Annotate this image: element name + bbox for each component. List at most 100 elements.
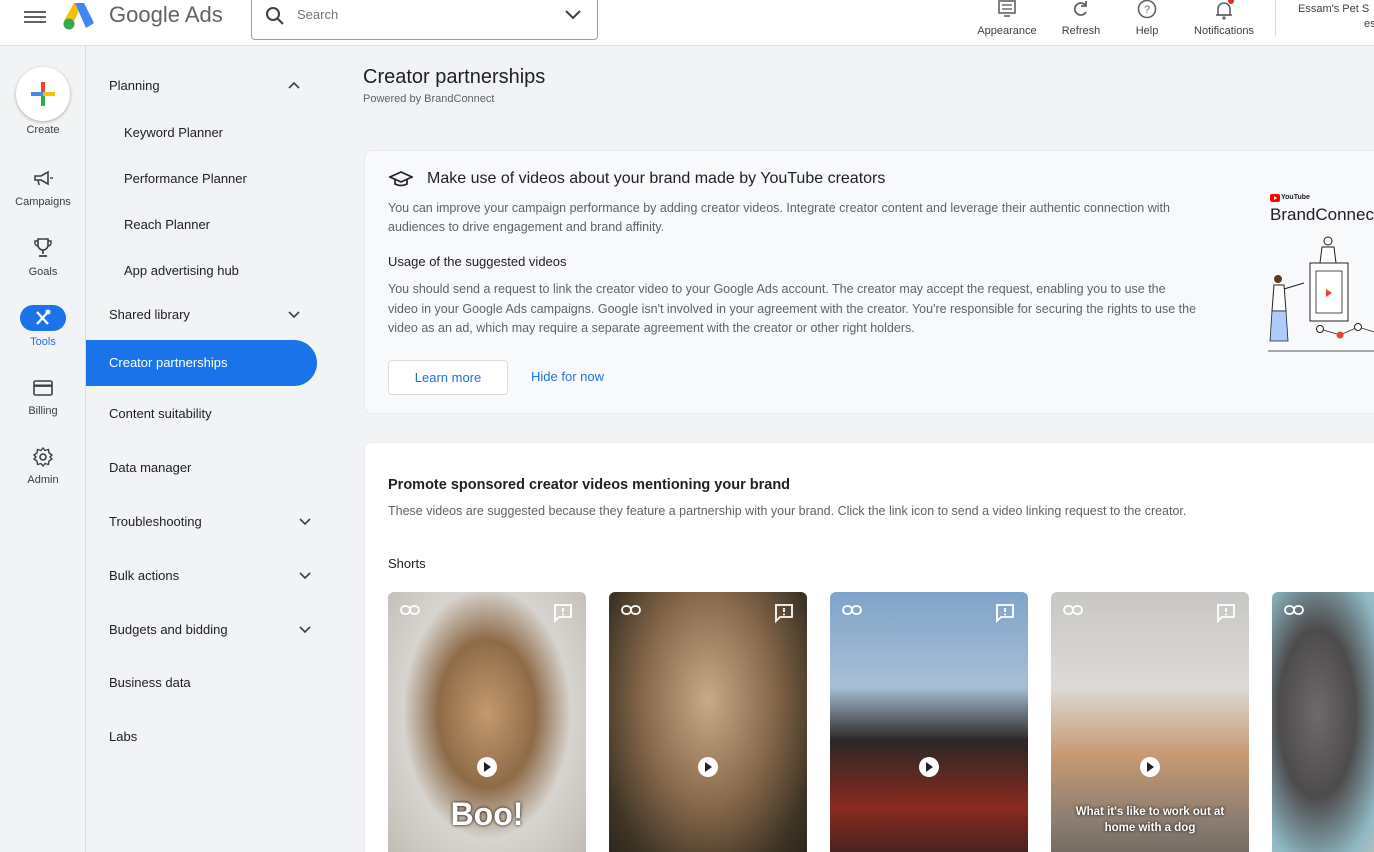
rail-tools-label: Tools (30, 336, 56, 348)
nav-performance-planner[interactable]: Performance Planner (86, 171, 324, 191)
nav-bulk-actions-label: Bulk actions (109, 568, 180, 583)
play-icon (705, 762, 712, 772)
play-icon (926, 762, 933, 772)
nav-business-data-label: Business data (109, 675, 191, 690)
refresh-button[interactable]: Refresh (1052, 0, 1110, 37)
appearance-button[interactable]: Appearance (972, 0, 1042, 37)
link-icon[interactable] (1284, 604, 1304, 616)
illus-youtube-text: YouTube (1281, 194, 1310, 201)
refresh-label: Refresh (1061, 25, 1101, 37)
refresh-icon (1073, 1, 1087, 16)
nav-business-data[interactable]: Business data (86, 675, 324, 695)
nav-content-suitability[interactable]: Content suitability (86, 406, 324, 426)
nav-data-manager[interactable]: Data manager (86, 460, 324, 480)
rail-billing[interactable]: Billing (0, 376, 86, 417)
rail-billing-label: Billing (28, 405, 58, 417)
nav-creator-partnerships-label: Creator partnerships (109, 355, 228, 370)
rail-campaigns[interactable]: Campaigns (0, 167, 86, 208)
search-box[interactable] (251, 0, 598, 40)
tools-nav: Planning Keyword Planner Performance Pla… (86, 46, 324, 852)
graduation-cap-icon (389, 171, 413, 187)
link-icon[interactable] (621, 604, 641, 616)
nav-app-advertising-hub[interactable]: App advertising hub (86, 263, 324, 283)
gear-icon (32, 446, 54, 468)
chevron-down-icon (288, 311, 300, 319)
rail-create-label: Create (26, 124, 60, 136)
report-icon[interactable] (553, 603, 573, 623)
appearance-icon (998, 0, 1016, 17)
nav-data-manager-label: Data manager (109, 460, 192, 475)
chevron-down-icon (299, 518, 311, 526)
link-icon[interactable] (400, 604, 420, 616)
nav-bulk-actions[interactable]: Bulk actions (86, 568, 324, 588)
search-input[interactable] (297, 7, 547, 22)
nav-planning[interactable]: Planning (86, 78, 324, 98)
info-card: Make use of videos about your brand made… (364, 150, 1374, 414)
promote-card: Promote sponsored creator videos mention… (364, 442, 1374, 852)
video-card[interactable]: What it's like to work out at home with … (1051, 592, 1249, 852)
svg-text:?: ? (1144, 4, 1150, 16)
nav-reach-planner[interactable]: Reach Planner (86, 217, 324, 237)
nav-keyword-planner[interactable]: Keyword Planner (86, 125, 324, 145)
left-rail: Create Campaigns Goals Tools Billing Adm… (0, 46, 86, 852)
nav-keyword-planner-label: Keyword Planner (124, 125, 223, 140)
nav-shared-library[interactable]: Shared library (86, 307, 324, 327)
usage-heading: Usage of the suggested videos (388, 254, 567, 269)
help-icon: ? (1137, 0, 1157, 19)
nav-app-advertising-hub-label: App advertising hub (124, 263, 239, 278)
report-icon[interactable] (774, 603, 794, 623)
video-overlay-text: Boo! (450, 796, 524, 832)
video-overlay-text: What it's like to work out at home with … (1075, 806, 1225, 834)
promote-card-heading: Promote sponsored creator videos mention… (388, 477, 791, 493)
notifications-label: Notifications (1194, 25, 1254, 37)
help-button[interactable]: ? Help (1124, 0, 1170, 37)
creators-illustration-icon (1268, 236, 1374, 352)
rail-goals[interactable]: Goals (0, 236, 86, 278)
nav-performance-planner-label: Performance Planner (124, 171, 247, 186)
nav-labs[interactable]: Labs (86, 729, 324, 749)
chevron-down-icon (299, 572, 311, 580)
rail-admin-label: Admin (27, 474, 59, 486)
nav-creator-partnerships[interactable]: Creator partnerships (86, 340, 317, 386)
rail-goals-label: Goals (28, 266, 58, 278)
report-icon[interactable] (995, 603, 1015, 623)
rail-tools[interactable]: Tools (0, 305, 86, 348)
play-button[interactable] (1140, 757, 1160, 777)
video-card[interactable]: Boo! (388, 592, 586, 852)
info-card-body: You can improve your campaign performanc… (388, 201, 1170, 234)
chevron-down-icon[interactable] (565, 10, 581, 20)
play-button[interactable] (698, 757, 718, 777)
brandconnect-illustration: YouTube BrandConnect (1268, 189, 1374, 379)
create-button[interactable] (16, 67, 70, 121)
menu-icon[interactable] (24, 8, 46, 26)
nav-budgets-and-bidding[interactable]: Budgets and bidding (86, 622, 324, 642)
nav-shared-library-label: Shared library (109, 307, 190, 322)
notifications-button[interactable]: Notifications (1186, 0, 1262, 37)
promote-card-body: These videos are suggested because they … (388, 504, 1187, 518)
play-button[interactable] (477, 757, 497, 777)
credit-card-icon (33, 380, 53, 396)
main-content: Creator partnerships Powered by BrandCon… (324, 46, 1374, 852)
video-card[interactable] (830, 592, 1028, 852)
divider (1275, 0, 1276, 36)
play-button[interactable] (919, 757, 939, 777)
brand-name: Google Ads (109, 2, 223, 28)
appearance-label: Appearance (977, 25, 1037, 37)
account-switcher[interactable]: Essam's Pet S es (1298, 2, 1374, 32)
video-card[interactable] (1272, 592, 1374, 852)
rail-admin[interactable]: Admin (0, 445, 86, 486)
rail-create-label-wrap: Create (0, 124, 86, 136)
trophy-icon (34, 238, 52, 257)
megaphone-icon (34, 170, 53, 186)
report-icon[interactable] (1216, 603, 1236, 623)
nav-content-suitability-label: Content suitability (109, 406, 212, 421)
link-icon[interactable] (842, 604, 862, 616)
link-icon[interactable] (1063, 604, 1083, 616)
learn-more-button[interactable]: Learn more (388, 360, 508, 395)
hide-for-now-button[interactable]: Hide for now (531, 369, 604, 384)
nav-troubleshooting[interactable]: Troubleshooting (86, 514, 324, 534)
google-ads-logo[interactable] (62, 1, 96, 31)
nav-reach-planner-label: Reach Planner (124, 217, 210, 232)
illus-brandconnect-text: BrandConnect (1270, 205, 1374, 224)
video-card[interactable] (609, 592, 807, 852)
